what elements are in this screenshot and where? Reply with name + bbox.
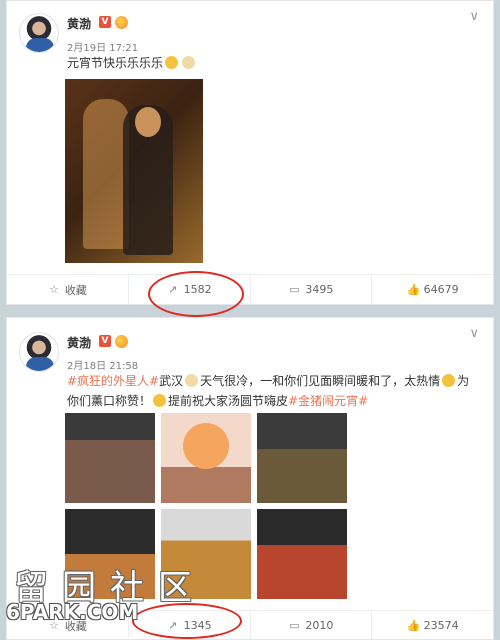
post-text-content: 元宵节快乐乐乐乐 [67, 56, 164, 70]
like-count: 64679 [423, 283, 459, 296]
text-segment: 提前祝大家汤圆节嗨皮 [168, 394, 289, 408]
text-segment: 武汉 [159, 374, 184, 388]
avatar[interactable] [19, 332, 59, 372]
like-count: 23574 [423, 619, 459, 632]
photo-thumbnail[interactable] [257, 509, 347, 599]
like-button[interactable]: 👍 23574 [372, 611, 493, 640]
star-icon: ☆ [48, 282, 59, 296]
watermark-en: 6PARK.COM [6, 600, 139, 624]
favorite-button[interactable]: ☆ 收藏 [7, 275, 129, 304]
comment-icon: ▭ [289, 618, 300, 632]
post-time[interactable]: 2月18日 21:58 [67, 357, 138, 372]
weibo-post-1: 黄渤 V 2月19日 17:21 ∨ 元宵节快乐乐乐乐 ☆ 收藏 ↗ 1582 ▭ 3… [6, 0, 494, 305]
chevron-down-icon[interactable]: ∨ [469, 326, 479, 341]
photo-thumbnail[interactable] [65, 413, 155, 503]
laugh-emoji-icon [165, 56, 179, 69]
topic-link[interactable]: #疯狂的外星人# [67, 374, 159, 388]
username[interactable]: 黄渤 [67, 15, 91, 32]
smile-emoji-icon [442, 374, 456, 387]
photo-thumbnail[interactable] [257, 413, 347, 503]
favorite-label: 收藏 [64, 283, 87, 297]
hand-emoji-icon [185, 374, 199, 387]
annotation-circle [148, 271, 244, 317]
post-time[interactable]: 2月19日 17:21 [67, 39, 138, 54]
like-icon: 👍 [406, 618, 421, 632]
member-badge-icon [115, 16, 128, 29]
like-button[interactable]: 👍 64679 [372, 275, 493, 304]
comment-count: 3495 [305, 283, 334, 296]
laugh-emoji-icon [153, 394, 167, 407]
verified-badge-icon: V [99, 335, 111, 347]
comment-button[interactable]: ▭ 3495 [251, 275, 373, 304]
comment-button[interactable]: ▭ 2010 [251, 611, 373, 640]
post-text: #疯狂的外星人#武汉 天气很冷，一和你们见面瞬间暖和了，太热情 为你们薰口称赞！ 提前… [67, 371, 477, 411]
text-segment: 天气很冷，一和你们见面瞬间暖和了，太热情 [200, 374, 441, 388]
verified-badge-icon: V [99, 16, 111, 28]
topic-link[interactable]: #金猪闹元宵# [288, 394, 368, 408]
like-icon: 👍 [406, 282, 421, 296]
avatar[interactable] [19, 13, 59, 53]
member-badge-icon [115, 335, 128, 348]
post-text: 元宵节快乐乐乐乐 [67, 53, 477, 73]
comment-icon: ▭ [289, 282, 300, 296]
photo-thumbnail[interactable] [161, 413, 251, 503]
username[interactable]: 黄渤 [67, 334, 91, 351]
comment-count: 2010 [305, 619, 334, 632]
chevron-down-icon[interactable]: ∨ [469, 9, 479, 24]
post-photo[interactable] [65, 79, 203, 263]
action-bar: ☆ 收藏 ↗ 1582 ▭ 3495 👍 64679 [7, 274, 493, 304]
victory-hand-icon [182, 56, 196, 69]
